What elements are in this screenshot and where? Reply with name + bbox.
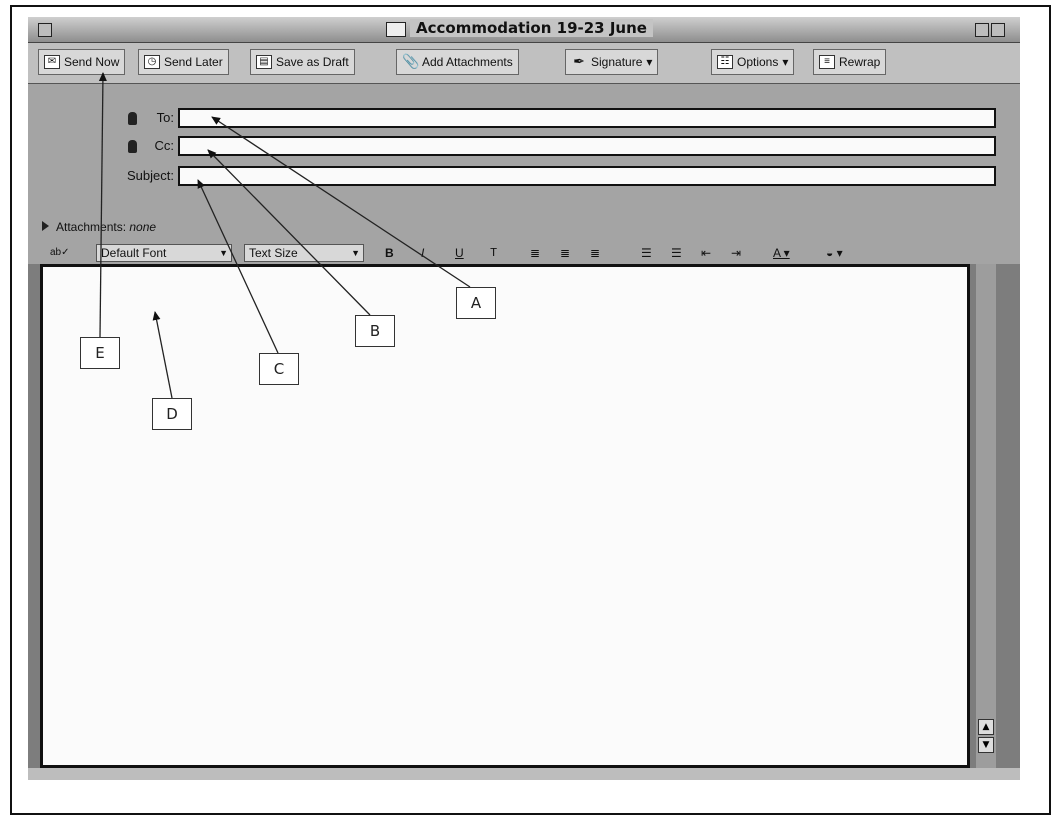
numbered-list-icon[interactable]: ☰ bbox=[641, 244, 652, 262]
scroll-up-icon[interactable]: ▲ bbox=[978, 719, 994, 735]
dropdown-arrow-icon: ▾ bbox=[782, 55, 789, 69]
increase-indent-icon[interactable]: ⇥ bbox=[731, 244, 741, 262]
attachments-row[interactable]: Attachments: none bbox=[42, 220, 156, 234]
callout-a: A bbox=[456, 287, 496, 319]
signature-button[interactable]: ✒ Signature ▾ bbox=[565, 49, 659, 75]
underline-button[interactable]: U bbox=[455, 244, 464, 262]
to-field[interactable] bbox=[178, 108, 996, 128]
italic-button[interactable]: I bbox=[421, 244, 424, 262]
callout-e: E bbox=[80, 337, 120, 369]
add-attachments-label: Add Attachments bbox=[422, 55, 513, 69]
formatting-toolbar: ab✓ Default Font ▼ Text Size ▼ B I U T ≣… bbox=[28, 241, 1020, 265]
attachments-label: Attachments: bbox=[56, 220, 127, 234]
scroll-down-icon[interactable]: ▼ bbox=[978, 737, 994, 753]
spell-check-icon[interactable]: ab✓ bbox=[50, 244, 70, 262]
send-now-label: Send Now bbox=[64, 55, 120, 69]
send-later-label: Send Later bbox=[164, 55, 223, 69]
window-title: Accommodation 19-23 June bbox=[410, 19, 653, 37]
options-icon: ☷ bbox=[717, 55, 733, 69]
signature-label: Signature bbox=[591, 55, 643, 69]
options-button[interactable]: ☷ Options ▾ bbox=[711, 49, 795, 75]
cc-field[interactable] bbox=[178, 136, 996, 156]
subject-label: Subject: bbox=[127, 168, 174, 183]
decrease-indent-icon[interactable]: ⇤ bbox=[701, 244, 711, 262]
send-icon: ✉ bbox=[44, 55, 60, 69]
rewrap-icon: ≡ bbox=[819, 55, 835, 69]
dropdown-arrow-icon: ▼ bbox=[219, 248, 228, 258]
clock-icon: ◷ bbox=[144, 55, 160, 69]
text-color-icon[interactable]: A ▾ bbox=[773, 244, 790, 262]
bulleted-list-icon[interactable]: ☰ bbox=[671, 244, 682, 262]
message-header: To: Cc: Subject: Attachments: none ab✓ D… bbox=[28, 84, 1020, 264]
bold-button[interactable]: B bbox=[385, 244, 394, 262]
save-as-draft-label: Save as Draft bbox=[276, 55, 349, 69]
disclosure-triangle-icon[interactable] bbox=[42, 221, 49, 231]
rewrap-button[interactable]: ≡ Rewrap bbox=[813, 49, 887, 75]
compose-toolbar: ✉ Send Now ◷ Send Later ▤ Save as Draft … bbox=[28, 43, 1020, 84]
send-later-button[interactable]: ◷ Send Later bbox=[138, 49, 229, 75]
address-book-icon[interactable] bbox=[128, 140, 137, 153]
callout-c: C bbox=[259, 353, 299, 385]
cc-label: Cc: bbox=[154, 138, 175, 153]
align-left-icon[interactable]: ≣ bbox=[530, 244, 540, 262]
save-icon: ▤ bbox=[256, 55, 272, 69]
text-size-select[interactable]: Text Size ▼ bbox=[244, 244, 364, 262]
vertical-scrollbar[interactable]: ▲ ▼ bbox=[976, 264, 996, 768]
collapse-box-icon[interactable] bbox=[991, 23, 1005, 37]
dropdown-arrow-icon: ▼ bbox=[351, 248, 360, 258]
message-body[interactable] bbox=[40, 264, 970, 768]
document-icon bbox=[386, 22, 406, 37]
save-as-draft-button[interactable]: ▤ Save as Draft bbox=[250, 49, 355, 75]
rewrap-label: Rewrap bbox=[839, 55, 881, 69]
options-label: Options bbox=[737, 55, 779, 69]
text-size-value: Text Size bbox=[249, 246, 298, 260]
pen-icon: ✒ bbox=[573, 53, 585, 69]
add-attachments-button[interactable]: 📎 Add Attachments bbox=[396, 49, 519, 75]
attachments-value: none bbox=[129, 220, 157, 234]
align-center-icon[interactable]: ≣ bbox=[560, 244, 570, 262]
to-label: To: bbox=[156, 110, 174, 125]
callout-b: B bbox=[355, 315, 395, 347]
align-right-icon[interactable]: ≣ bbox=[590, 244, 600, 262]
window-bottom-strip bbox=[28, 768, 1020, 780]
teletype-button[interactable]: T bbox=[490, 244, 497, 262]
title-bar[interactable]: Accommodation 19-23 June bbox=[28, 17, 1020, 43]
close-box-icon[interactable] bbox=[38, 23, 52, 37]
font-select-value: Default Font bbox=[101, 246, 167, 260]
send-now-button[interactable]: ✉ Send Now bbox=[38, 49, 126, 75]
zoom-box-icon[interactable] bbox=[975, 23, 989, 37]
callout-d: D bbox=[152, 398, 192, 430]
paperclip-icon: 📎 bbox=[402, 53, 420, 69]
subject-field[interactable] bbox=[178, 166, 996, 186]
address-book-icon[interactable] bbox=[128, 112, 137, 125]
font-select[interactable]: Default Font ▼ bbox=[96, 244, 232, 262]
dropdown-arrow-icon: ▾ bbox=[646, 55, 653, 69]
highlight-color-icon[interactable]: ◒ ▾ bbox=[826, 244, 843, 262]
